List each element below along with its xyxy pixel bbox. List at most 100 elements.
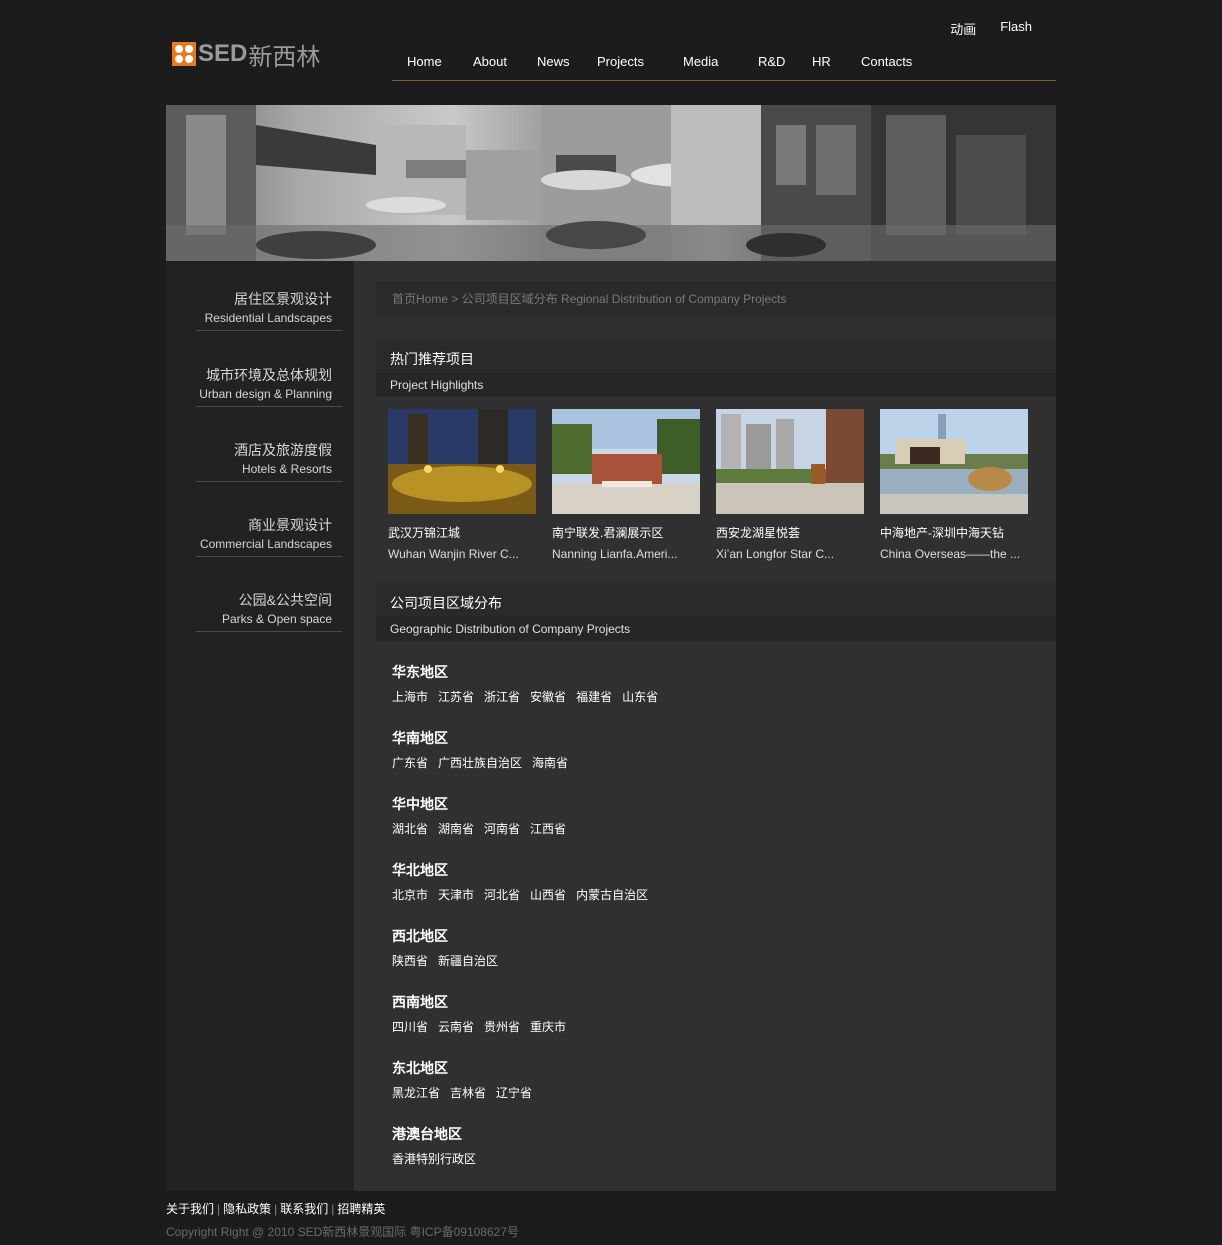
province-link[interactable]: 陕西省 (392, 952, 428, 969)
project-card[interactable]: 西安龙湖星悦荟 Xi’an Longfor Star C... (716, 409, 864, 561)
province-link[interactable]: 黑龙江省 (392, 1084, 440, 1101)
sidebar-item-parks[interactable]: 公园&公共空间 Parks & Open space (196, 590, 342, 632)
province-link[interactable]: 吉林省 (450, 1084, 486, 1101)
sidebar-item-cn: 居住区景观设计 (234, 291, 332, 307)
province-list: 四川省 云南省 贵州省 重庆市 (392, 1018, 1032, 1035)
province-link[interactable]: 广西壮族自治区 (438, 754, 522, 771)
province-link[interactable]: 辽宁省 (496, 1084, 532, 1101)
province-link[interactable]: 四川省 (392, 1018, 428, 1035)
highlights-title-cn: 热门推荐项目 (376, 339, 1056, 373)
project-thumbnail[interactable] (880, 409, 1028, 514)
nav-rd[interactable]: R&D (758, 54, 785, 69)
province-link[interactable]: 山西省 (530, 886, 566, 903)
highlights-header: 热门推荐项目 Project Highlights (376, 339, 1056, 409)
nav-about[interactable]: About (473, 54, 507, 69)
project-card[interactable]: 武汉万锦江城 Wuhan Wanjin River C... (388, 409, 536, 561)
nav-home[interactable]: Home (407, 54, 442, 69)
province-link[interactable]: 江苏省 (438, 688, 474, 705)
footer-link-contact[interactable]: 联系我们 (280, 1202, 328, 1216)
province-link[interactable]: 新疆自治区 (438, 952, 498, 969)
province-link[interactable]: 重庆市 (530, 1018, 566, 1035)
sidebar-item-commercial[interactable]: 商业景观设计 Commercial Landscapes (196, 515, 342, 557)
region-list: 华东地区上海市 江苏省 浙江省 安徽省 福建省 山东省华南地区广东省 广西壮族自治区 海南省华… (392, 663, 1032, 1191)
region-block: 西南地区四川省 云南省 贵州省 重庆市 (392, 993, 1032, 1059)
nav-media[interactable]: Media (683, 54, 718, 69)
nav-hr[interactable]: HR (812, 54, 831, 69)
province-link[interactable]: 广东省 (392, 754, 428, 771)
region-name: 华南地区 (392, 731, 448, 747)
province-link[interactable]: 内蒙古自治区 (576, 886, 648, 903)
project-title-en[interactable]: China Overseas——the ... (880, 547, 1028, 561)
sidebar-item-hotels[interactable]: 酒店及旅游度假 Hotels & Resorts (196, 440, 342, 482)
region-block: 港澳台地区香港特别行政区 (392, 1125, 1032, 1191)
province-link[interactable]: 河南省 (484, 820, 520, 837)
project-title-cn[interactable]: 中海地产-深圳中海天钻 (880, 524, 1028, 541)
project-title-cn[interactable]: 武汉万锦江城 (388, 524, 536, 541)
province-link[interactable]: 贵州省 (484, 1018, 520, 1035)
copyright: Copyright Right @ 2010 SED新西林景观国际 粤ICP备0… (166, 1225, 519, 1239)
highlights-title-en: Project Highlights (376, 373, 1056, 397)
top-links: 动画 Flash (950, 19, 1032, 38)
footer: 关于我们 | 隐私政策 | 联系我们 | 招聘精英 Copyright Right @ 20… (166, 1200, 1056, 1240)
sidebar-item-urban[interactable]: 城市环境及总体规划 Urban design & Planning (196, 365, 342, 407)
province-link[interactable]: 天津市 (438, 886, 474, 903)
nav-contacts[interactable]: Contacts (861, 54, 912, 69)
footer-link-careers[interactable]: 招聘精英 (337, 1202, 385, 1216)
province-link[interactable]: 香港特别行政区 (392, 1150, 476, 1167)
region-block: 西北地区 陕西省 新疆自治区 (392, 927, 1032, 993)
province-list: 北京市 天津市 河北省 山西省 内蒙古自治区 (392, 886, 1032, 903)
breadcrumb[interactable]: 首页Home > 公司项目区域分布 Regional Distribution … (376, 281, 1056, 317)
nav-news[interactable]: News (537, 54, 570, 69)
sidebar-item-cn: 酒店及旅游度假 (234, 442, 332, 458)
site-logo[interactable]: SED 新西林 (172, 40, 320, 71)
nav-projects[interactable]: Projects (597, 54, 644, 69)
project-thumbnail[interactable] (388, 409, 536, 514)
project-card[interactable]: 中海地产-深圳中海天钻 China Overseas——the ... (880, 409, 1028, 561)
province-link[interactable]: 浙江省 (484, 688, 520, 705)
province-link[interactable]: 云南省 (438, 1018, 474, 1035)
sidebar-item-en: Hotels & Resorts (241, 462, 332, 476)
footer-link-about[interactable]: 关于我们 (166, 1202, 214, 1216)
project-title-en[interactable]: Xi’an Longfor Star C... (716, 547, 864, 561)
project-card[interactable]: 南宁联发.君澜展示区 Nanning Lianfa.Ameri... (552, 409, 700, 561)
project-title-en[interactable]: Wuhan Wanjin River C... (388, 547, 536, 561)
distribution-title-cn: 公司项目区域分布 (376, 583, 1056, 617)
footer-separator: | (331, 1202, 335, 1216)
province-link[interactable]: 安徽省 (530, 688, 566, 705)
project-title-en[interactable]: Nanning Lianfa.Ameri... (552, 547, 700, 561)
province-link[interactable]: 湖北省 (392, 820, 428, 837)
sidebar-item-en: Urban design & Planning (199, 387, 332, 401)
region-name: 港澳台地区 (392, 1127, 462, 1143)
distribution-title-en: Geographic Distribution of Company Proje… (376, 617, 1056, 641)
province-link[interactable]: 江西省 (530, 820, 566, 837)
province-link[interactable]: 山东省 (622, 688, 658, 705)
province-list: 黑龙江省 吉林省 辽宁省 (392, 1084, 1032, 1101)
province-link[interactable]: 湖南省 (438, 820, 474, 837)
province-list: 湖北省 湖南省 河南省 江西省 (392, 820, 1032, 837)
province-link[interactable]: 福建省 (576, 688, 612, 705)
province-link[interactable]: 河北省 (484, 886, 520, 903)
animation-link[interactable]: 动画 (950, 19, 976, 38)
province-link[interactable]: 北京市 (392, 886, 428, 903)
sidebar-item-residential[interactable]: 居住区景观设计 Residential Landscapes (196, 289, 342, 331)
flash-link[interactable]: Flash (1000, 19, 1032, 38)
province-list: 香港特别行政区 (392, 1150, 1032, 1167)
region-block: 华北地区 北京市 天津市 河北省 山西省 内蒙古自治区 (392, 861, 1032, 927)
region-name: 东北地区 (392, 1061, 448, 1077)
sidebar-item-cn: 商业景观设计 (248, 517, 332, 533)
region-name: 西南地区 (392, 995, 448, 1011)
province-link[interactable]: 上海市 (392, 688, 428, 705)
distribution-header: 公司项目区域分布 Geographic Distribution of Comp… (376, 583, 1056, 653)
project-title-cn[interactable]: 西安龙湖星悦荟 (716, 524, 864, 541)
logo-clover-icon (172, 42, 196, 66)
province-link[interactable]: 海南省 (532, 754, 568, 771)
main-content: 首页Home > 公司项目区域分布 Regional Distribution … (354, 261, 1056, 1191)
main-nav: Home About News Projects Media R&D HR Co… (392, 44, 1056, 81)
region-name: 华东地区 (392, 665, 448, 681)
project-thumbnail[interactable] (552, 409, 700, 514)
project-title-cn[interactable]: 南宁联发.君澜展示区 (552, 524, 700, 541)
footer-separator: | (274, 1202, 278, 1216)
province-list: 广东省 广西壮族自治区 海南省 (392, 754, 1032, 771)
project-thumbnail[interactable] (716, 409, 864, 514)
footer-link-privacy[interactable]: 隐私政策 (223, 1202, 271, 1216)
